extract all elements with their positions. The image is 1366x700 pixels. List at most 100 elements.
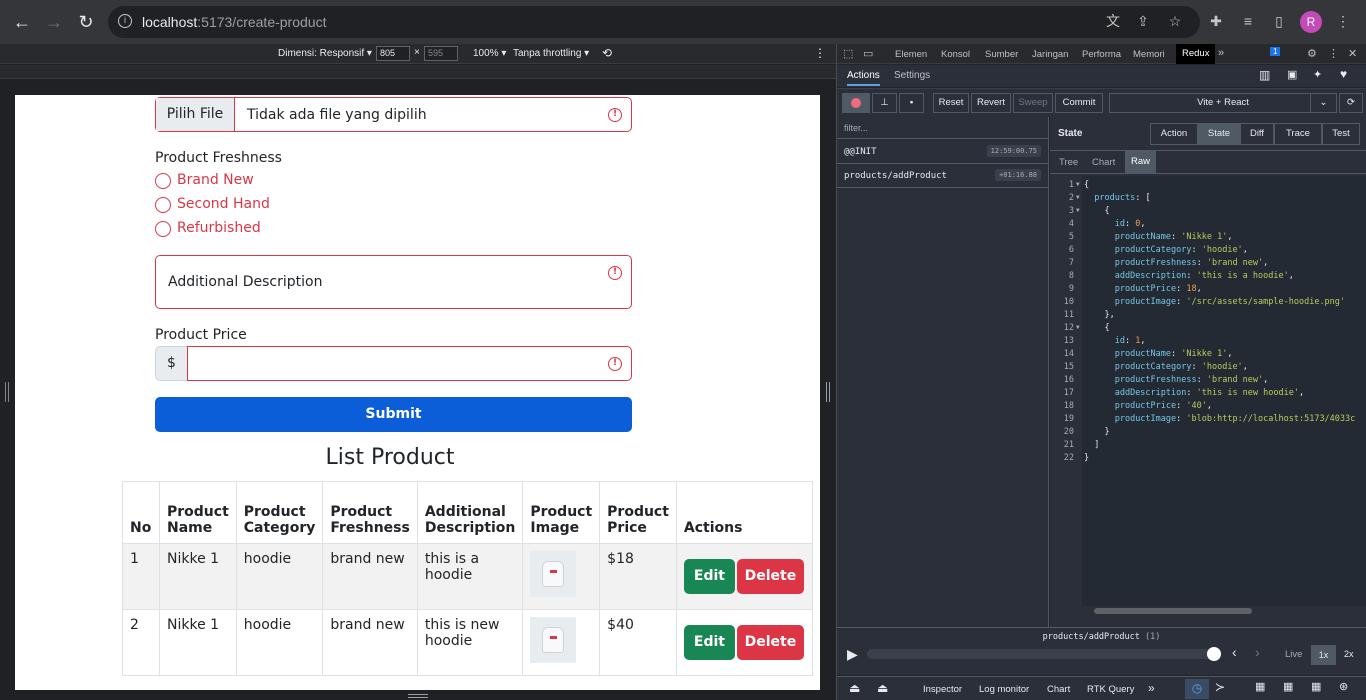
radio-refurbished[interactable]	[155, 221, 171, 237]
media-queue-icon[interactable]: ≡	[1238, 11, 1258, 31]
step-back-icon[interactable]: ‹	[1232, 644, 1237, 660]
rotate-icon[interactable]: ⟲	[602, 46, 612, 60]
inspect-element-icon[interactable]: ⬚	[843, 47, 853, 60]
edit-button[interactable]: Edit	[683, 559, 735, 594]
radio-refurbished-label[interactable]: Refurbished	[177, 220, 261, 236]
action-filter-input[interactable]: filter...	[837, 117, 1049, 139]
sync-icon[interactable]: ⟳	[1339, 93, 1363, 113]
reload-icon[interactable]: ↻	[74, 10, 98, 34]
radio-second-hand-label[interactable]: Second Hand	[177, 196, 270, 212]
tab-redux[interactable]: Redux	[1176, 44, 1216, 64]
action-item[interactable]: @@INIT 12:59:00.75	[837, 140, 1049, 164]
throttling-select[interactable]: Tanpa throttling ▾	[513, 48, 589, 59]
zoom-select[interactable]: 100% ▾	[473, 48, 506, 59]
more-monitors-icon[interactable]: »	[1148, 681, 1155, 695]
feedback-icon[interactable]: ▣	[1287, 68, 1297, 81]
bookmark-star-icon[interactable]: ☆	[1165, 11, 1185, 31]
description-textarea[interactable]: Additional Description !	[155, 255, 632, 309]
resize-handle-bottom[interactable]	[408, 694, 428, 698]
tab-tree[interactable]: Tree	[1059, 157, 1078, 168]
close-icon[interactable]: ✕	[1348, 47, 1357, 60]
docs-book-icon[interactable]: ▥	[1259, 68, 1270, 82]
scroll-thumb[interactable]	[1094, 608, 1252, 614]
timer-icon[interactable]: ◷	[1185, 679, 1209, 699]
choose-file-button[interactable]: Pilih File	[156, 98, 235, 131]
record-button[interactable]	[842, 93, 870, 113]
action-item[interactable]: products/addProduct +01:16.88	[837, 164, 1049, 188]
devtools-menu-icon[interactable]: ⋮	[1328, 47, 1339, 60]
resize-handle-right[interactable]	[826, 382, 830, 402]
file-input[interactable]: Pilih File Tidak ada file yang dipilih !	[155, 97, 632, 132]
tab-network[interactable]: Jaringan	[1032, 49, 1068, 60]
price-input[interactable]: !	[187, 346, 632, 381]
raw-state-editor[interactable]: 1 ▼ 2 ▼ 3 ▼ 4 5 6 7 8 9 10 11 12 ▼ 13 14 15 16 17 18 19 20 21 22 …	[1050, 176, 1366, 616]
monitor-chart[interactable]: Chart	[1047, 684, 1070, 695]
resize-handle-left[interactable]	[5, 382, 9, 402]
tab-memory[interactable]: Memori	[1133, 49, 1165, 60]
tab-diff[interactable]: Diff	[1240, 123, 1274, 145]
step-forward-icon[interactable]: ›	[1255, 644, 1260, 660]
radio-brand-new[interactable]	[155, 173, 171, 189]
terminal-icon[interactable]: ≻	[1215, 680, 1225, 694]
submit-button[interactable]: Submit	[155, 397, 632, 432]
speed-2x-button[interactable]: 2x	[1344, 649, 1354, 659]
lock-icon[interactable]: ▪	[899, 93, 924, 113]
dimension-select[interactable]: Dimensi: Responsif ▾	[278, 48, 372, 59]
issues-badge[interactable]: 1	[1270, 47, 1281, 56]
tab-action[interactable]: Action	[1150, 123, 1198, 145]
monitor-inspector[interactable]: Inspector	[923, 684, 962, 695]
layout-bottom-icon[interactable]: ▦	[1311, 680, 1321, 693]
instance-select[interactable]: Vite + React	[1109, 93, 1337, 113]
heart-icon[interactable]: ♥	[1340, 67, 1347, 81]
tab-actions[interactable]: Actions	[847, 70, 880, 86]
reset-button[interactable]: Reset	[933, 93, 969, 113]
twitter-icon[interactable]: ✦	[1313, 68, 1322, 81]
side-panel-icon[interactable]: ▯	[1269, 11, 1289, 31]
slider-handle[interactable]	[1207, 647, 1221, 661]
more-tabs-icon[interactable]: »	[1218, 47, 1224, 59]
play-icon[interactable]: ▶	[847, 646, 858, 663]
layout-left-icon[interactable]: ▦	[1255, 680, 1265, 693]
radio-brand-new-label[interactable]: Brand New	[177, 172, 254, 188]
tab-chart[interactable]: Chart	[1092, 157, 1115, 168]
delete-button[interactable]: Delete	[736, 625, 804, 660]
profile-avatar[interactable]: R	[1300, 11, 1322, 33]
menu-kebab-icon[interactable]: ⋮	[1333, 11, 1353, 31]
pin-icon[interactable]: ⊥	[872, 93, 897, 113]
edit-button[interactable]: Edit	[683, 625, 735, 660]
settings-gear-icon[interactable]: ⚙	[1307, 47, 1317, 60]
delete-button[interactable]: Delete	[736, 559, 804, 594]
chevron-down-icon[interactable]: ⌄	[1310, 93, 1337, 113]
translate-icon[interactable]: 文	[1103, 11, 1123, 31]
tab-sources[interactable]: Sumber	[985, 49, 1018, 60]
monitor-log[interactable]: Log monitor	[979, 684, 1029, 695]
radio-second-hand[interactable]	[155, 197, 171, 213]
device-toggle-icon[interactable]: ▭	[863, 47, 873, 60]
device-menu-icon[interactable]: ⋮	[814, 46, 826, 60]
commit-button[interactable]: Commit	[1055, 93, 1103, 113]
timeline-slider[interactable]	[867, 649, 1217, 659]
site-info-icon[interactable]: i	[118, 14, 132, 28]
tab-trace[interactable]: Trace	[1274, 123, 1322, 145]
monitor-rtk-query[interactable]: RTK Query	[1087, 684, 1134, 695]
tab-test[interactable]: Test	[1322, 123, 1360, 145]
fold-arrow-icon[interactable]: ▼	[1076, 324, 1080, 331]
back-icon[interactable]: ←	[10, 10, 34, 34]
layout-right-icon[interactable]: ▦	[1283, 680, 1293, 693]
share-icon[interactable]: ⇪	[1133, 11, 1153, 31]
tab-performance[interactable]: Performa	[1082, 49, 1121, 60]
horizontal-scrollbar[interactable]	[1082, 606, 1366, 616]
revert-button[interactable]: Revert	[971, 93, 1011, 113]
fold-arrow-icon[interactable]: ▼	[1076, 181, 1080, 188]
tab-console[interactable]: Konsol	[941, 49, 970, 60]
speed-1x-button[interactable]: 1x	[1311, 645, 1336, 665]
tab-settings[interactable]: Settings	[894, 70, 930, 81]
import-icon[interactable]: ⏏	[877, 681, 888, 695]
viewport-height-input[interactable]: 595	[424, 46, 458, 61]
remote-icon[interactable]: ⊛	[1339, 680, 1348, 693]
fold-arrow-icon[interactable]: ▼	[1076, 207, 1080, 214]
tab-raw[interactable]: Raw	[1125, 151, 1157, 173]
fold-arrow-icon[interactable]: ▼	[1076, 194, 1080, 201]
tab-state[interactable]: State	[1198, 123, 1240, 145]
forward-icon[interactable]: →	[42, 10, 66, 34]
